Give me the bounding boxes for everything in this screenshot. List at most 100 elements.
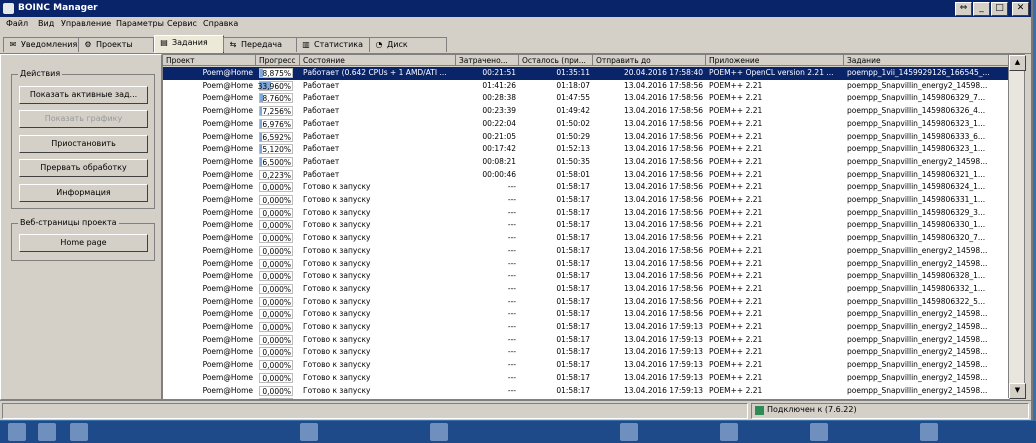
deadline-cell: 13.04.2016 17:58:56 [623,118,703,128]
taskbar-app-icon[interactable] [430,423,448,441]
task-cell: poempp_Snapvillin_energy2_14598... [847,360,988,370]
application-cell: POEM++ 2.21 [709,118,763,128]
taskbar-app-icon[interactable] [810,423,828,441]
tasks-list[interactable]: Проект Прогресс Состояние Затрачено... Остал… [162,54,1010,400]
scroll-up-button[interactable]: ▲ [1009,55,1026,71]
table-row[interactable]: Poem@Home 0,000% Готово к запуску --- 01:58:… [163,359,1009,372]
table-row[interactable]: Poem@Home 0,223% Работает 00:00:46 01:58:01 1… [163,169,1009,182]
table-row[interactable]: Poem@Home 7,256% Работает 00:23:39 01:49:42 1… [163,105,1009,118]
table-row[interactable]: Poem@Home 6,500% Работает 00:08:21 01:50:35 1… [163,156,1009,169]
restore-button[interactable]: ⇔ [955,2,972,16]
start-icon[interactable] [8,423,26,441]
tab-tasks[interactable]: ▤ Задания [154,35,224,53]
tab-statistics[interactable]: ▥ Статистика [296,37,372,52]
menu-help[interactable]: Справка [203,19,238,28]
table-row[interactable]: Poem@Home 6,976% Работает 00:22:04 01:50:02 1… [163,118,1009,131]
table-row[interactable]: Poem@Home 0,000% Готово к запуску --- 01:58:… [163,270,1009,283]
tab-projects[interactable]: ⚙ Проекты [78,37,154,52]
show-active-tasks-button[interactable]: Показать активные зад... [19,86,148,104]
taskbar-app-icon[interactable] [38,423,56,441]
close-button[interactable]: ✕ [1012,2,1029,16]
remaining-cell: 01:47:55 [556,93,590,103]
suspend-button[interactable]: Приостановить [19,135,148,153]
remaining-cell: 01:50:29 [556,131,590,141]
state-cell: Готово к запуску [303,283,371,293]
task-cell: poempp_Snapvillin_energy2_14598... [847,322,988,331]
progress-cell: 7,256% [256,105,300,118]
table-row[interactable]: Poem@Home 0,000% Готово к запуску --- 01:58:… [163,334,1009,347]
menu-options[interactable]: Параметры [116,19,164,28]
application-cell: POEM++ 2.21 [709,169,763,179]
properties-button[interactable]: Информация [19,184,148,202]
tab-notices[interactable]: ✉ Уведомления [3,37,81,52]
menu-view[interactable]: Вид [38,19,54,28]
remaining-cell: 01:18:07 [556,80,590,90]
table-row[interactable]: Poem@Home 0,000% Готово к запуску --- 01:58:… [163,296,1009,309]
col-progress-header[interactable]: Прогресс [256,55,300,66]
taskbar-app-icon[interactable] [920,423,938,441]
progress-cell: 0,000% [256,283,300,296]
project-cell: Poem@Home [202,322,253,331]
table-row[interactable]: Poem@Home 0,000% Готово к запуску --- 01:58:… [163,232,1009,245]
table-row[interactable]: Poem@Home 0,000% Готово к запуску --- 01:58:… [163,385,1009,398]
vertical-scrollbar[interactable]: ▲ ▼ [1008,54,1026,399]
gear-icon: ⚙ [84,40,92,49]
table-row[interactable]: Poem@Home 0,000% Готово к запуску --- 01:58:… [163,245,1009,258]
home-page-button[interactable]: Home page [19,234,148,252]
table-row[interactable]: Poem@Home 6,592% Работает 00:21:05 01:50:29 1… [163,131,1009,144]
menu-file[interactable]: Файл [6,19,28,28]
table-row[interactable]: Poem@Home 0,000% Готово к запуску --- 01:58:… [163,194,1009,207]
remaining-cell: 01:58:01 [556,169,590,179]
table-row[interactable]: Poem@Home 0,000% Готово к запуску --- 01:58:… [163,372,1009,385]
elapsed-cell: --- [507,322,516,331]
state-cell: Работает [303,80,340,90]
table-row[interactable]: Poem@Home 0,000% Готово к запуску --- 01:58:… [163,321,1009,334]
menu-tools[interactable]: Сервис [167,19,197,28]
state-cell: Готово к запуску [303,258,371,268]
project-cell: Poem@Home [202,372,253,382]
progress-bar: 0,000% [259,258,293,269]
table-row[interactable]: Poem@Home 8,875% Работает (0.642 CPUs + 1 … [163,67,1009,80]
table-row[interactable]: Poem@Home 5,120% Работает 00:17:42 01:52:13 1… [163,143,1009,156]
table-row[interactable]: Poem@Home 0,000% Готово к запуску --- 01:58:… [163,181,1009,194]
progress-text: 0,000% [262,310,291,320]
table-row[interactable]: Poem@Home 0,000% Готово к запуску --- 01:58:… [163,283,1009,296]
task-cell: poempp_Snapvillin_energy2_14598... [847,372,988,382]
taskbar-app-icon[interactable] [70,423,88,441]
title-bar[interactable]: BOINC Manager ⇔ _ □ ✕ [0,0,1031,17]
col-application-header[interactable]: Приложение [706,55,844,66]
show-graphics-button[interactable]: Показать графику [19,110,148,128]
col-project-header[interactable]: Проект [163,55,256,66]
minimize-button[interactable]: _ [973,2,990,16]
table-row[interactable]: Poem@Home 0,000% Готово к запуску --- 01:58:… [163,207,1009,220]
project-cell: Poem@Home [202,245,253,255]
progress-bar: 0,000% [259,233,293,244]
col-remaining-header[interactable]: Осталось (при... [519,55,593,66]
tab-disk[interactable]: ◔ Диск [369,37,447,52]
taskbar-app-icon[interactable] [720,423,738,441]
state-cell: Работает [303,169,340,179]
table-row[interactable]: Poem@Home 33,960% Работает 01:41:26 01:18:07… [163,80,1009,93]
abort-button[interactable]: Прервать обработку [19,159,148,177]
table-row[interactable]: Poem@Home 0,000% Готово к запуску --- 01:58:… [163,219,1009,232]
table-row[interactable]: Poem@Home 8,760% Работает 00:28:38 01:47:55 1… [163,92,1009,105]
table-row[interactable]: Poem@Home 0,000% Готово к запуску --- 01:58:… [163,258,1009,271]
menu-control[interactable]: Управление [61,19,111,28]
web-pages-group-label: Веб-страницы проекта [18,218,119,227]
project-cell: Poem@Home [202,80,253,90]
progress-cell: 5,120% [256,143,300,156]
scroll-down-button[interactable]: ▼ [1009,383,1026,399]
col-deadline-header[interactable]: Отправить до [593,55,706,66]
taskbar-app-icon[interactable] [620,423,638,441]
col-elapsed-header[interactable]: Затрачено... [456,55,519,66]
deadline-cell: 13.04.2016 17:59:13 [623,372,703,382]
col-state-header[interactable]: Состояние [300,55,456,66]
tab-transfers[interactable]: ⇆ Передача [223,37,299,52]
table-row[interactable]: Poem@Home 0,000% Готово к запуску --- 01:58:… [163,308,1009,321]
maximize-button[interactable]: □ [991,2,1008,16]
application-cell: POEM++ 2.21 [709,347,763,357]
taskbar-app-icon[interactable] [300,423,318,441]
progress-bar: 0,000% [259,182,293,193]
table-row[interactable]: Poem@Home 0,000% Готово к запуску --- 01:58:… [163,346,1009,359]
col-task-header[interactable]: Задание [844,55,1009,66]
